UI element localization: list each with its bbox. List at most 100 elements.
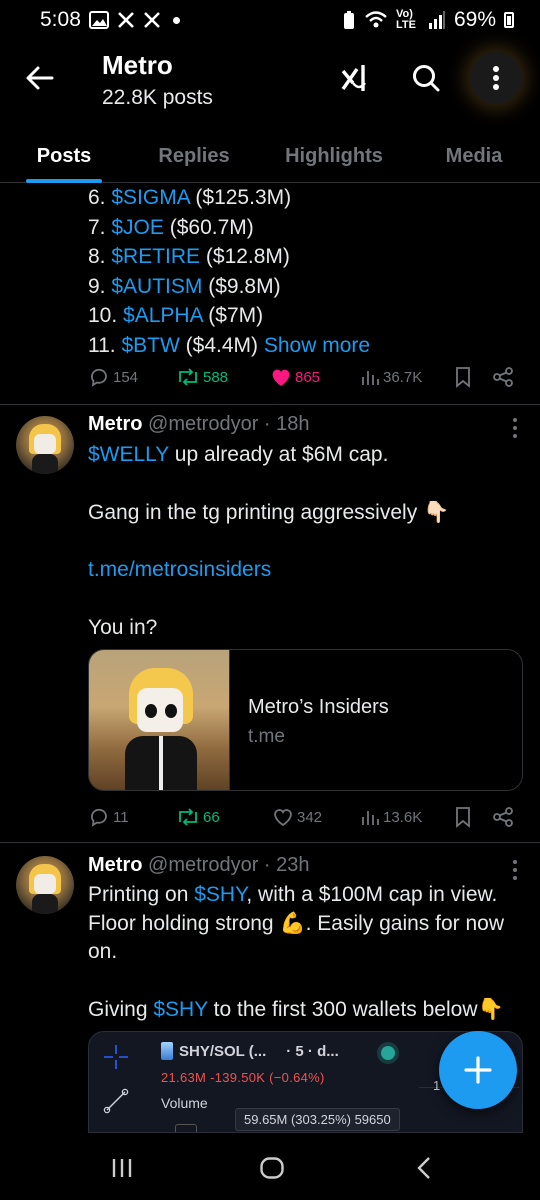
post-more-button[interactable]: [512, 418, 518, 438]
axis-label: 1: [433, 1078, 441, 1093]
link-preview-card[interactable]: Metro’s Insiders t.me: [88, 649, 523, 791]
notification-dot-icon: [172, 16, 180, 24]
tab-label: Replies: [158, 145, 230, 167]
tab-replies[interactable]: Replies: [128, 130, 260, 183]
post-more-button[interactable]: [512, 860, 518, 880]
link-preview-image: [89, 650, 230, 790]
symbol-label: SHY/SOL (...: [179, 1042, 267, 1060]
like-count: 342: [297, 808, 323, 826]
status-bar: 5:08 Vo) LTE 69%: [0, 0, 540, 40]
list-value: ($60.7M): [169, 215, 254, 239]
cashtag-link[interactable]: $RETIRE: [111, 245, 200, 268]
price-values: 21.63M -139.50K (−0.64%): [161, 1070, 325, 1085]
market-status-icon: [381, 1046, 395, 1060]
chevron-left-icon: [417, 1157, 430, 1179]
views-button[interactable]: 13.6K: [360, 803, 422, 831]
list-value: ($12.8M): [205, 245, 290, 268]
profile-tabs: Posts Replies Highlights Media: [0, 130, 540, 183]
post-divider: [0, 404, 540, 405]
cashtag-link[interactable]: $BTW: [121, 334, 179, 357]
list-value: ($7M): [208, 304, 264, 327]
reply-button[interactable]: 11: [88, 803, 129, 831]
list-item: 9. $AUTISM ($9.8M): [88, 272, 370, 302]
recent-apps-button[interactable]: [102, 1154, 142, 1182]
card-domain: t.me: [248, 726, 285, 747]
post-line: You in?: [88, 615, 158, 639]
share-button[interactable]: [492, 363, 514, 391]
compose-post-button[interactable]: [439, 1031, 517, 1109]
cashtag-link[interactable]: $SHY: [153, 998, 207, 1021]
repost-button[interactable]: 588: [176, 363, 228, 391]
cashtag-link[interactable]: $SHY: [194, 883, 246, 906]
volume-label: Volume: [161, 1095, 208, 1111]
chart-symbol: SHY/SOL (... · 5 · d...: [161, 1042, 339, 1060]
author-handle[interactable]: @metrodyor: [148, 854, 258, 876]
list-value: ($125.3M): [195, 186, 292, 209]
author-name[interactable]: Metro: [88, 413, 142, 435]
more-options-button[interactable]: [470, 52, 522, 104]
cashtag-link[interactable]: $JOE: [111, 216, 164, 239]
reply-button[interactable]: 154: [88, 363, 138, 391]
tab-posts[interactable]: Posts: [0, 130, 128, 183]
view-count: 13.6K: [383, 808, 423, 826]
repost-button[interactable]: 66: [176, 803, 220, 831]
battery-saver-icon: [343, 11, 354, 29]
wifi-icon: [365, 11, 387, 28]
views-button[interactable]: 36.7K: [360, 363, 422, 391]
list-number: 9.: [88, 274, 106, 298]
token-logo-icon: [161, 1042, 173, 1060]
list-number: 7.: [88, 215, 106, 239]
post-count: 22.8K posts: [102, 86, 213, 109]
grok-button[interactable]: [334, 56, 378, 100]
network-label: Vo) LTE: [395, 8, 416, 31]
like-button[interactable]: 865: [270, 363, 320, 391]
crosshair-icon[interactable]: [101, 1042, 131, 1072]
x-logo-icon: [143, 12, 160, 28]
volume-tooltip: 59.65M (303.25%) 59650: [235, 1108, 400, 1131]
cashtag-link[interactable]: $AUTISM: [111, 275, 202, 298]
avatar[interactable]: [16, 416, 74, 474]
list-item: 8. $RETIRE ($12.8M): [88, 242, 370, 272]
tab-highlights[interactable]: Highlights: [260, 130, 408, 183]
cashtag-link[interactable]: $SIGMA: [111, 186, 189, 209]
interval-label: · 5 · d...: [286, 1042, 339, 1060]
post-text: $WELLY up already at $6M cap. Gang in th…: [88, 441, 518, 642]
home-button[interactable]: [252, 1154, 292, 1182]
author-name[interactable]: Metro: [88, 854, 142, 876]
more-vertical-icon: [513, 860, 517, 864]
share-icon: [493, 367, 513, 387]
telegram-link[interactable]: t.me/metrosinsiders: [88, 556, 518, 585]
reply-icon: [91, 368, 107, 387]
views-chart-icon: [362, 811, 379, 825]
reply-count: 154: [113, 368, 139, 386]
share-button[interactable]: [492, 803, 514, 831]
chart-control: [175, 1124, 197, 1132]
cashtag-link[interactable]: $WELLY: [88, 443, 169, 466]
text-span: Giving: [88, 997, 154, 1021]
view-count: 36.7K: [383, 368, 423, 386]
system-back-button[interactable]: [404, 1154, 444, 1182]
avatar[interactable]: [16, 856, 74, 914]
like-button[interactable]: 342: [272, 803, 322, 831]
list-value: ($4.4M): [185, 333, 259, 357]
list-number: 8.: [88, 245, 106, 268]
text-span: to the first 300 wallets below👇: [207, 997, 504, 1021]
trend-line-icon[interactable]: [101, 1086, 131, 1116]
plus-icon: [464, 1056, 492, 1084]
bookmark-button[interactable]: [454, 803, 472, 831]
avatar-art: [32, 454, 58, 474]
avatar-art: [34, 874, 56, 894]
search-button[interactable]: [404, 56, 448, 100]
post-time: · 23h: [263, 854, 310, 876]
cashtag-link[interactable]: $ALPHA: [123, 304, 202, 327]
show-more-link[interactable]: Show more: [264, 334, 370, 357]
grok-icon: [341, 65, 366, 91]
recents-icon: [112, 1159, 132, 1177]
bookmark-button[interactable]: [454, 363, 472, 391]
author-handle[interactable]: @metrodyor: [148, 413, 258, 435]
back-button[interactable]: [22, 60, 58, 96]
tab-label: Posts: [36, 145, 92, 167]
post-paragraph: Printing on $SHY, with a $100M cap in vi…: [88, 881, 516, 967]
tab-media[interactable]: Media: [408, 130, 540, 183]
post-paragraph: Giving $SHY to the first 300 wallets bel…: [88, 996, 516, 1025]
